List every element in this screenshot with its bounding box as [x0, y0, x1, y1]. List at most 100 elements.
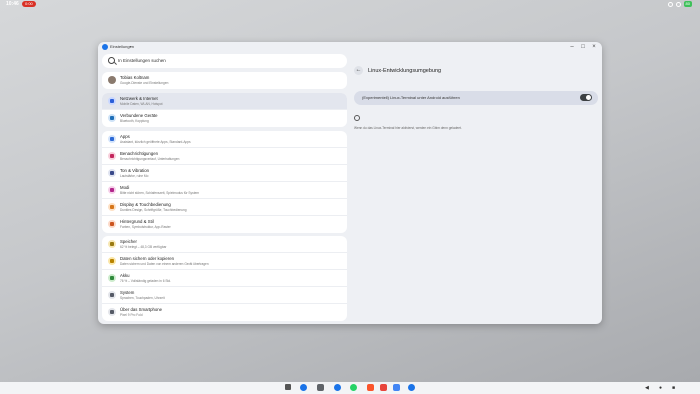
settings-item-title: Hintergrund & Stil	[120, 219, 154, 224]
clock: 10:46	[6, 1, 19, 7]
settings-item[interactable]: Hintergrund & Stil Farben, Symbolstruktur…	[102, 216, 347, 233]
settings-group-device: Apps Assistant, kürzlich geöffnete Apps, …	[102, 131, 347, 233]
page-title: Linux-Entwicklungsumgebung	[368, 68, 442, 74]
info-text: Wenn du das Linux-Terminal hier aktivier…	[354, 126, 462, 130]
settings-window: Einstellungen ⌄ – □ × In Einstellungen s…	[98, 42, 602, 324]
settings-item-title: Akku	[120, 273, 130, 278]
system-icon	[108, 291, 116, 299]
settings-item-subtitle: Pixel 9 Pro Fold	[120, 313, 143, 317]
brave-browser-icon[interactable]	[367, 384, 374, 391]
account-subtitle: Google-Dienste und Einstellungen	[120, 81, 169, 85]
camera-icon[interactable]	[317, 384, 324, 391]
settings-item-subtitle: Sprachen, Touchpaden, Uhrzeit	[120, 296, 165, 300]
close-button[interactable]: ×	[590, 43, 598, 51]
settings-item[interactable]: Akku 76 % – Vollständig geladen in 6 Std.	[102, 270, 347, 287]
storage-icon	[108, 240, 116, 248]
wifi-icon	[667, 1, 673, 7]
detail-pane: ← Linux-Entwicklungsumgebung (Experiment…	[350, 54, 598, 322]
settings-item-subtitle: 76 % – Vollständig geladen in 6 Std.	[120, 279, 172, 283]
icon-glyph	[110, 205, 114, 209]
settings-item-title: Netzwerk & Internet	[120, 96, 158, 101]
info-icon	[108, 308, 116, 316]
settings-item-title: Ton & Vibration	[120, 168, 150, 173]
linux-terminal-toggle-row[interactable]: (Experimentell) Linux-Terminal unter And…	[354, 91, 598, 105]
app-drawer-icon[interactable]	[285, 384, 291, 390]
settings-item-title: System	[120, 290, 135, 295]
recents-nav-icon[interactable]: ■	[672, 384, 675, 392]
taskbar: ◀ ● ■	[0, 382, 700, 394]
chevron-down-icon[interactable]: ⌄	[129, 43, 132, 48]
settings-item[interactable]: Ton & Vibration Lautstärke, ruhe Mo	[102, 165, 347, 182]
settings-app-icon	[102, 44, 108, 50]
files-icon[interactable]	[393, 384, 400, 391]
back-nav-icon[interactable]: ◀	[645, 384, 649, 392]
icon-glyph	[110, 293, 114, 297]
modes-icon	[108, 186, 116, 194]
settings-item[interactable]: Benachrichtigungen Benachrichtigungsverla…	[102, 148, 347, 165]
settings-item[interactable]: System Sprachen, Touchpaden, Uhrzeit	[102, 287, 347, 304]
settings-icon[interactable]	[408, 384, 415, 391]
phone-icon[interactable]	[300, 384, 307, 391]
home-nav-icon[interactable]: ●	[659, 384, 662, 392]
account-row[interactable]: Tobias Koltnam Google-Dienste und Einste…	[102, 72, 347, 89]
search-bar[interactable]: In Einstellungen suchen	[102, 54, 347, 68]
icon-glyph	[110, 310, 114, 314]
settings-item-subtitle: 62 % belegt – 48,3 GB verfügbar	[120, 245, 167, 249]
display-icon	[108, 203, 116, 211]
settings-item-subtitle: Assistant, kürzlich geöffnete Apps, Stan…	[120, 140, 191, 144]
icon-glyph	[110, 99, 114, 103]
settings-item-title: Benachrichtigungen	[120, 151, 158, 156]
settings-item-title: Apps	[120, 134, 130, 139]
whatsapp-icon[interactable]	[350, 384, 357, 391]
settings-item-subtitle: Daten sichern und Daten von einem andere…	[120, 262, 209, 266]
settings-item-subtitle: Bitte nicht stören, Schlafenszeit, Spiel…	[120, 191, 200, 195]
settings-group-connectivity: Netzwerk & Internet Mobile Daten, WLAN, H…	[102, 93, 347, 127]
settings-item-subtitle: Dunkles Design, Schriftgröße, Touchbedie…	[120, 208, 187, 212]
icon-glyph	[110, 222, 114, 226]
settings-item-subtitle: Farben, Symbolstruktur, App-Raster	[120, 225, 171, 229]
icon-glyph	[110, 154, 114, 158]
messages-icon[interactable]	[334, 384, 341, 391]
apps-icon	[108, 135, 116, 143]
account-name: Tobias Koltnam	[120, 75, 150, 80]
settings-item-title: Daten sichern oder kopieren	[120, 256, 174, 261]
settings-item[interactable]: Speicher 62 % belegt – 48,3 GB verfügbar	[102, 236, 347, 253]
settings-item-subtitle: Mobile Daten, WLAN, Hotspot	[120, 102, 163, 106]
status-bar: 10:46 0:00 80	[0, 0, 700, 9]
back-button[interactable]: ←	[354, 66, 363, 75]
settings-item[interactable]: Apps Assistant, kürzlich geöffnete Apps, …	[102, 131, 347, 148]
maximize-button[interactable]: □	[579, 43, 587, 51]
palette-icon	[108, 220, 116, 228]
battery-indicator: 80	[683, 1, 692, 7]
icon-glyph	[110, 137, 114, 141]
toggle-label: (Experimentell) Linux-Terminal unter And…	[362, 95, 460, 100]
switch-knob	[586, 95, 591, 100]
icon-glyph	[110, 259, 114, 263]
settings-item-subtitle: Benachrichtigungsverlauf, Unterhaltungen	[120, 157, 180, 161]
minimize-button[interactable]: –	[568, 43, 576, 51]
icon-glyph	[110, 276, 114, 280]
settings-item[interactable]: Daten sichern oder kopieren Daten sichern…	[102, 253, 347, 270]
gmail-icon[interactable]	[380, 384, 387, 391]
title-bar: Einstellungen ⌄ – □ ×	[98, 42, 602, 52]
settings-item[interactable]: Über das Smartphone Pixel 9 Pro Fold	[102, 304, 347, 321]
icon-glyph	[110, 171, 114, 175]
wifi-icon	[108, 97, 116, 105]
screen-recording-badge[interactable]: 0:00	[22, 1, 36, 7]
battery-icon	[108, 274, 116, 282]
settings-item[interactable]: Display & Touchbedienung Dunkles Design, …	[102, 199, 347, 216]
settings-item-title: Speicher	[120, 239, 137, 244]
settings-item-subtitle: Bluetooth, Kopplung	[120, 119, 149, 123]
settings-item[interactable]: Verbundene Geräte Bluetooth, Kopplung	[102, 110, 347, 127]
account-card[interactable]: Tobias Koltnam Google-Dienste und Einste…	[102, 72, 347, 89]
icon-glyph	[110, 242, 114, 246]
sound-icon	[108, 169, 116, 177]
info-icon	[354, 115, 360, 121]
linux-terminal-switch[interactable]	[580, 94, 592, 101]
search-icon	[108, 57, 115, 64]
settings-item[interactable]: Modi Bitte nicht stören, Schlafenszeit, S…	[102, 182, 347, 199]
settings-item[interactable]: Netzwerk & Internet Mobile Daten, WLAN, H…	[102, 93, 347, 110]
settings-item-subtitle: Lautstärke, ruhe Mo	[120, 174, 149, 178]
settings-item-title: Display & Touchbedienung	[120, 202, 171, 207]
icon-glyph	[110, 188, 114, 192]
